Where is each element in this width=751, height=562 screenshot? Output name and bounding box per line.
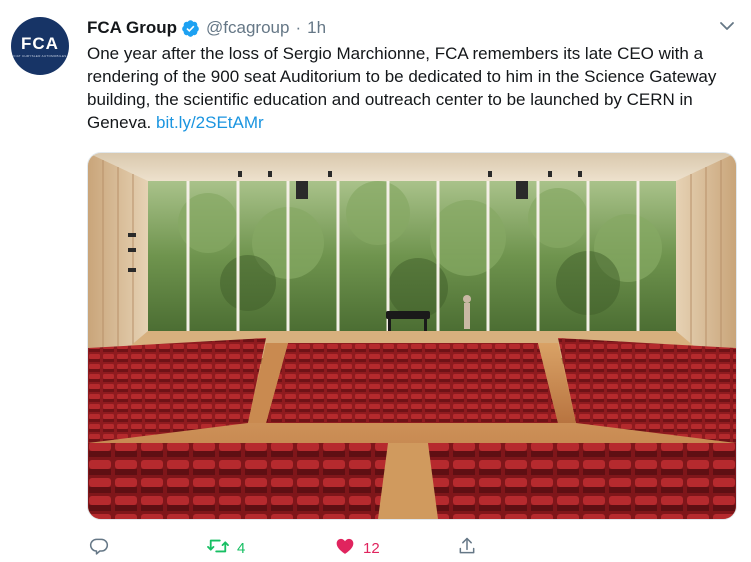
tweet-header: FCA Group @fcagroup · 1h: [87, 16, 326, 40]
avatar-logo-subtext: FIAT CHRYSLER AUTOMOBILES: [13, 53, 67, 58]
retweet-button[interactable]: 4: [207, 536, 245, 560]
tweet-media-image[interactable]: [87, 152, 737, 520]
tweet-text: One year after the loss of Sergio Marchi…: [87, 42, 727, 134]
separator-dot: ·: [295, 18, 302, 37]
auditorium-rendering: [88, 153, 736, 519]
retweet-count: 4: [237, 539, 246, 557]
chevron-down-icon[interactable]: [719, 18, 735, 34]
reply-icon: [89, 536, 109, 561]
share-icon: [457, 536, 477, 561]
avatar[interactable]: FCA FIAT CHRYSLER AUTOMOBILES: [11, 17, 69, 75]
like-button[interactable]: 12: [335, 536, 380, 560]
like-count: 12: [363, 539, 380, 557]
verified-badge-icon: [181, 19, 200, 38]
reply-button[interactable]: [89, 536, 117, 560]
display-name[interactable]: FCA Group: [87, 18, 177, 38]
timestamp[interactable]: 1h: [307, 18, 326, 38]
handle[interactable]: @fcagroup: [206, 18, 289, 38]
tweet-actions: 4 12: [87, 536, 487, 560]
share-button[interactable]: [457, 536, 477, 560]
avatar-logo-text: FCA: [21, 33, 59, 53]
retweet-icon: [207, 536, 229, 561]
heart-icon: [335, 536, 355, 561]
tweet-link[interactable]: bit.ly/2SEtAMr: [156, 113, 264, 132]
